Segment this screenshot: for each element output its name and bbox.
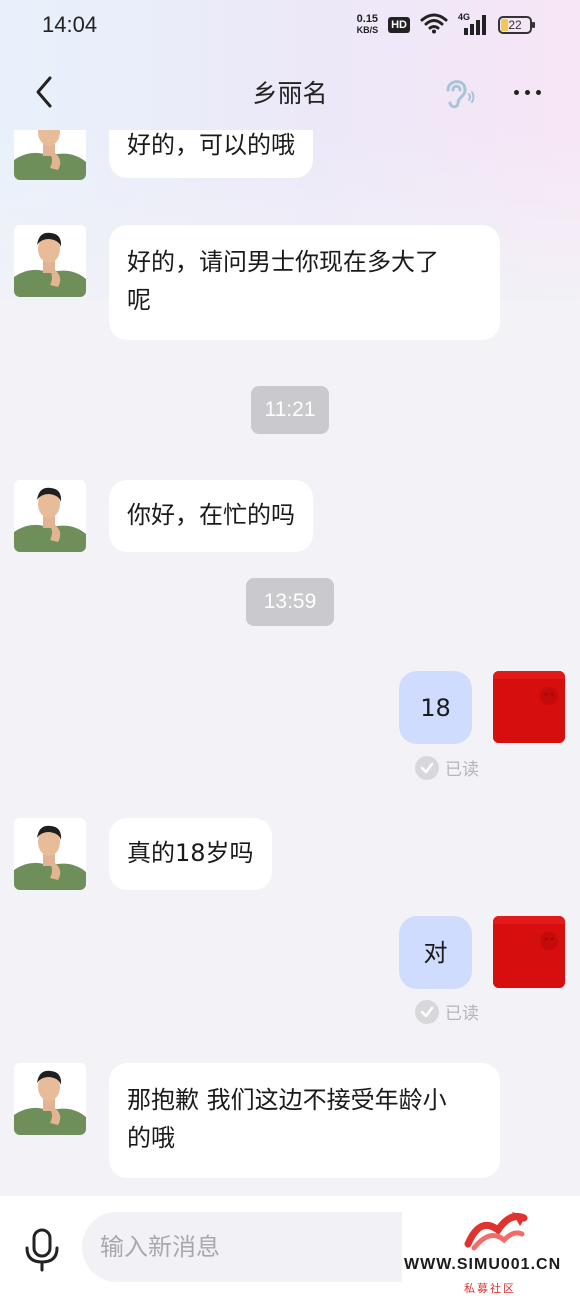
read-receipt: 已读 [415,755,479,780]
timestamp-text: 13:59 [263,590,317,613]
outgoing-message-bubble[interactable]: 对 [399,916,472,989]
incoming-message-bubble[interactable]: 好的，可以的哦 [109,130,313,178]
status-bar: 14:04 0.15 KB/S HD 4G 22 [0,0,580,52]
read-receipt: 已读 [415,999,479,1024]
incoming-message-bubble[interactable]: 你好，在忙的吗 [109,480,313,552]
message-text: 18 [420,693,451,722]
contact-avatar[interactable] [14,480,86,552]
watermark-site: WWW.SIMU001.CN [404,1256,562,1273]
more-dot-icon [513,89,519,95]
contact-avatar[interactable] [14,1063,86,1135]
my-avatar[interactable] [493,916,565,988]
status-time: 14:04 [42,12,98,37]
read-status-text: 已读 [445,1004,479,1024]
message-text-line: 的哦 [127,1124,175,1152]
timestamp-divider: 11:21 [251,386,329,434]
more-dot-icon [524,89,530,95]
more-dot-icon [535,89,541,95]
hd-badge: HD [388,17,410,33]
outgoing-message-bubble[interactable]: 18 [399,671,472,744]
cellular-signal-icon: 4G [458,12,488,36]
ear-mode-button[interactable] [438,72,478,112]
net-speed: 0.15 KB/S [357,14,379,36]
contact-avatar[interactable] [14,225,86,297]
message-text-line: 呢 [127,286,151,314]
contact-avatar[interactable] [14,818,86,890]
incoming-message-bubble[interactable]: 好的，请问男士你现在多大了 呢 [109,225,500,340]
check-circle-icon [415,999,439,1024]
more-options-button[interactable] [504,72,550,112]
net-speed-value: 0.15 [356,13,379,25]
net-speed-unit: KB/S [356,25,379,35]
incoming-message-bubble[interactable]: 那抱歉 我们这边不接受年龄小 的哦 [109,1063,500,1178]
status-icons: 0.15 KB/S HD 4G 22 [357,10,535,40]
battery-indicator: 22 [498,16,535,34]
battery-fill [501,19,508,31]
microphone-icon [25,1228,59,1272]
message-text: 好的，可以的哦 [127,131,295,159]
chevron-left-icon [36,76,52,108]
voice-input-button[interactable] [22,1228,62,1272]
contact-avatar[interactable] [14,130,86,180]
timestamp-divider: 13:59 [246,578,334,626]
back-button[interactable] [24,70,64,114]
site-watermark: WWW.SIMU001.CN 私募社区 [402,1200,580,1299]
timestamp-text: 11:21 [264,398,316,421]
ear-icon [446,80,475,109]
my-avatar[interactable] [493,671,565,743]
watermark-logo [464,1212,528,1251]
chat-title: 乡丽名 [252,79,328,108]
wifi-icon [420,12,448,38]
check-circle-icon [415,755,439,780]
battery-level: 22 [508,18,522,32]
message-text: 真的18岁吗 [127,839,254,867]
message-text: 对 [423,938,448,967]
message-text-line: 好的，请问男士你现在多大了 [127,248,439,276]
incoming-message-bubble[interactable]: 真的18岁吗 [109,818,272,890]
message-text: 你好，在忙的吗 [127,501,295,529]
message-text-line: 那抱歉 我们这边不接受年龄小 [127,1086,447,1114]
read-status-text: 已读 [445,760,479,780]
watermark-caption: 私募社区 [464,1282,516,1295]
chat-message-list[interactable]: 好的，可以的哦 好的，请问男士你现在多大了 呢 11:21 你好，在忙的吗 13… [0,130,580,1196]
chat-header: 乡丽名 [0,56,580,128]
message-input[interactable] [82,1212,442,1282]
